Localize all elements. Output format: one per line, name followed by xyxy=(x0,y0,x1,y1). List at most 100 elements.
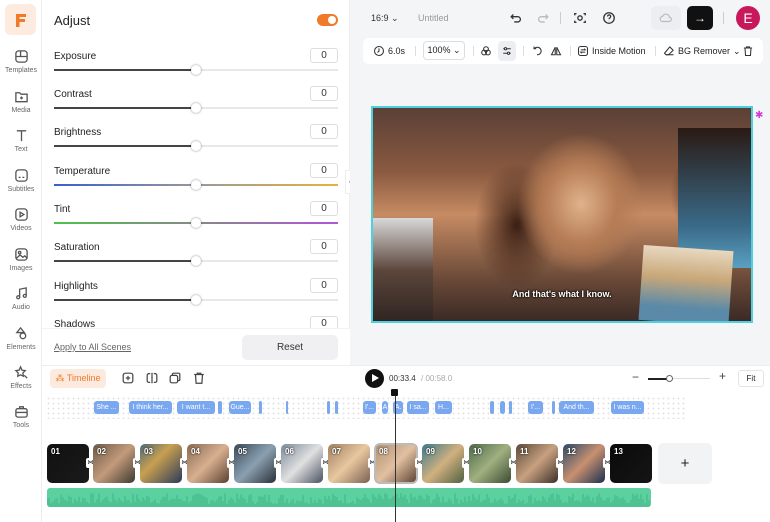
rail-effects[interactable]: Effects xyxy=(0,365,42,401)
magic-puzzle-icon[interactable]: ✱ xyxy=(755,110,767,124)
screenshot-button[interactable] xyxy=(571,9,589,27)
video-canvas[interactable]: And that's what I know. xyxy=(371,106,753,323)
rail-images[interactable]: Images xyxy=(0,247,42,283)
delete-button[interactable] xyxy=(192,371,206,385)
subtitle-chip[interactable] xyxy=(259,401,262,414)
split-button[interactable] xyxy=(145,371,159,385)
subtitle-chip[interactable]: H... xyxy=(435,401,452,414)
clip-10[interactable]: 10 xyxy=(469,444,511,483)
slider-track[interactable] xyxy=(54,218,338,228)
filters-button[interactable] xyxy=(478,38,494,64)
subtitle-chip[interactable] xyxy=(509,401,512,414)
help-button[interactable] xyxy=(600,9,618,27)
delete-clip-button[interactable] xyxy=(741,38,755,64)
duplicate-button[interactable] xyxy=(168,371,182,385)
user-avatar[interactable]: E xyxy=(736,6,760,30)
clip-12[interactable]: 12 xyxy=(563,444,605,483)
slider-knob[interactable] xyxy=(191,65,201,75)
subtitle-chip[interactable] xyxy=(218,401,222,414)
fit-button[interactable]: Fit xyxy=(738,370,764,387)
add-scene-button[interactable] xyxy=(121,371,135,385)
slider-track[interactable] xyxy=(54,180,338,190)
slider-track[interactable] xyxy=(54,141,338,151)
canvas-subtitle[interactable]: And that's what I know. xyxy=(373,289,751,299)
subtitle-chip[interactable]: I'... xyxy=(363,401,376,414)
rail-media[interactable]: Media xyxy=(0,89,42,125)
flip-button[interactable] xyxy=(548,38,564,64)
project-title[interactable]: Untitled xyxy=(418,13,449,23)
subtitle-chip[interactable]: And th... xyxy=(559,401,594,414)
rail-audio[interactable]: Audio xyxy=(0,286,42,322)
slider-value-input[interactable]: 0 xyxy=(310,163,338,178)
rail-tools[interactable]: Tools xyxy=(0,404,42,440)
add-clip-button[interactable]: + xyxy=(658,443,712,484)
rail-text[interactable]: Text xyxy=(0,128,42,164)
subtitle-chip[interactable] xyxy=(552,401,555,414)
undo-button[interactable] xyxy=(507,9,525,27)
slider-value-input[interactable]: 0 xyxy=(310,48,338,63)
clip-06[interactable]: 06 xyxy=(281,444,323,483)
slider-value-input[interactable]: 0 xyxy=(310,124,338,139)
slider-knob[interactable] xyxy=(191,295,201,305)
reset-button[interactable]: Reset xyxy=(242,335,338,360)
slider-value-input[interactable]: 0 xyxy=(310,278,338,293)
subtitle-chip[interactable] xyxy=(286,401,288,414)
slider-value-input[interactable]: 0 xyxy=(310,86,338,101)
timeline-zoom-slider[interactable] xyxy=(648,374,710,382)
timeline-tab[interactable]: ⁂ Timeline xyxy=(50,369,106,388)
export-button[interactable]: → xyxy=(687,6,713,30)
cloud-save-button[interactable] xyxy=(651,6,681,30)
subtitle-chip[interactable] xyxy=(327,401,330,414)
slider-knob[interactable] xyxy=(191,218,201,228)
slider-knob[interactable] xyxy=(191,256,201,266)
zoom-knob[interactable] xyxy=(666,374,673,382)
redo-button[interactable] xyxy=(534,9,552,27)
subtitle-chip[interactable]: I sa... xyxy=(407,401,429,414)
clip-13[interactable]: 13 xyxy=(610,444,652,483)
subtitle-chip[interactable]: I think her... xyxy=(129,401,172,414)
slider-knob[interactable] xyxy=(191,180,201,190)
zoom-in-button[interactable]: + xyxy=(719,369,726,383)
clip-09[interactable]: 09 xyxy=(422,444,464,483)
adjust-toggle[interactable] xyxy=(317,14,338,26)
app-logo[interactable] xyxy=(5,4,36,35)
slider-value-input[interactable]: 0 xyxy=(310,201,338,216)
clip-11[interactable]: 11 xyxy=(516,444,558,483)
clip-05[interactable]: 05 xyxy=(234,444,276,483)
adjust-button[interactable] xyxy=(498,41,516,61)
duration-button[interactable]: 6.0s xyxy=(373,38,405,64)
slider-value-input[interactable]: 0 xyxy=(310,239,338,254)
subtitle-chip[interactable]: She ... xyxy=(94,401,119,414)
zoom-select[interactable]: 100% ⌄ xyxy=(423,41,465,60)
slider-knob[interactable] xyxy=(191,141,201,151)
slider-knob[interactable] xyxy=(191,103,201,113)
clip-02[interactable]: 02 xyxy=(93,444,135,483)
apply-all-scenes-link[interactable]: Apply to All Scenes xyxy=(54,342,131,352)
subtitle-chip[interactable]: I want t... xyxy=(177,401,215,414)
rail-elements[interactable]: Elements xyxy=(0,326,42,362)
subtitle-chip[interactable]: I was n... xyxy=(611,401,644,414)
subtitle-chip[interactable] xyxy=(490,401,494,414)
slider-track[interactable] xyxy=(54,256,338,266)
clip-07[interactable]: 07 xyxy=(328,444,370,483)
aspect-ratio-select[interactable]: 16:9 ⌄ xyxy=(371,13,399,24)
subtitle-chip[interactable]: I'... xyxy=(528,401,543,414)
slider-track[interactable] xyxy=(54,65,338,75)
clip-04[interactable]: 04 xyxy=(187,444,229,483)
zoom-out-button[interactable]: − xyxy=(632,370,639,384)
rail-templates[interactable]: Templates xyxy=(0,49,42,85)
slider-track[interactable] xyxy=(54,295,338,305)
subtitle-chip[interactable]: A xyxy=(382,401,388,414)
audio-track[interactable] xyxy=(47,488,651,507)
inside-motion-button[interactable]: Inside Motion xyxy=(577,38,646,64)
playhead-handle[interactable] xyxy=(391,389,398,396)
subtitle-chip[interactable] xyxy=(335,401,338,414)
subtitle-chip[interactable]: Gue... xyxy=(229,401,251,414)
bg-remover-button[interactable]: BG Remover ⌄ xyxy=(663,38,741,64)
slider-track[interactable] xyxy=(54,103,338,113)
rail-subtitles[interactable]: Subtitles xyxy=(0,168,42,204)
rotate-button[interactable] xyxy=(529,38,545,64)
playhead[interactable] xyxy=(395,391,396,522)
clip-01[interactable]: 01 xyxy=(47,444,89,483)
clip-08[interactable]: 08 xyxy=(374,443,418,484)
